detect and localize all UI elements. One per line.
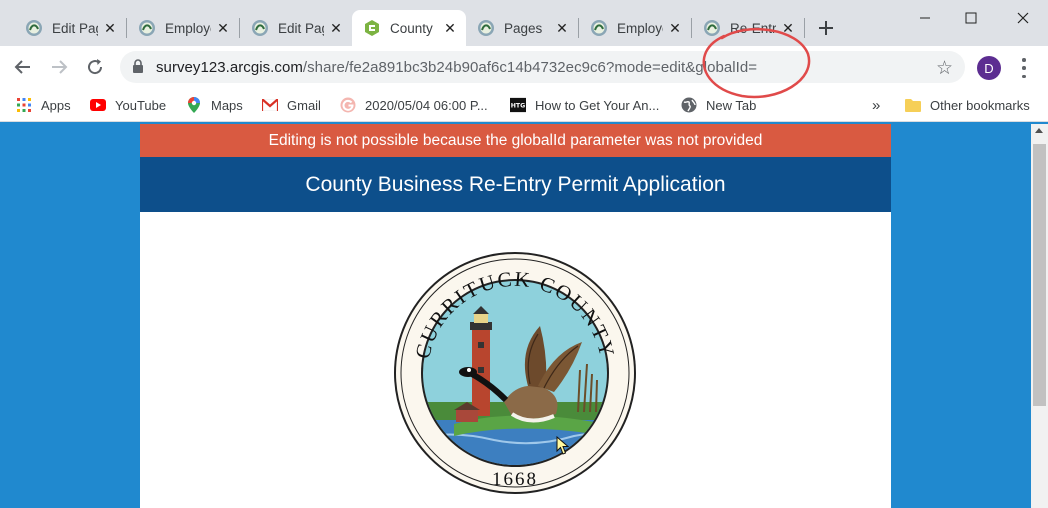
close-icon[interactable]: ✕ [667, 20, 683, 36]
form-title: County Business Re-Entry Permit Applicat… [140, 157, 891, 212]
bookmark-label: How to Get Your An... [535, 97, 660, 113]
plus-icon [819, 21, 833, 35]
bookmark-label: Apps [41, 97, 71, 113]
survey123-icon [702, 18, 722, 38]
bookmark-apps[interactable]: Apps [16, 95, 71, 115]
scroll-up-icon[interactable] [1035, 128, 1043, 133]
url-host: survey123.arcgis.com [156, 59, 303, 76]
survey-form-page: Editing is not possible because the glob… [140, 124, 891, 508]
survey123-icon [476, 18, 496, 38]
tab-title: Employee [165, 20, 211, 36]
gmail-icon [262, 97, 278, 113]
close-icon[interactable]: ✕ [102, 20, 118, 36]
apps-grid-icon [16, 97, 32, 113]
tab-strip: Edit Pages ✕ Employee ✕ Edit Pages ✕ Cou… [0, 0, 1048, 46]
forward-button[interactable] [46, 54, 72, 80]
minimize-icon [920, 17, 930, 19]
survey123-icon [24, 18, 44, 38]
bookmark-label: Maps [211, 97, 243, 113]
close-icon[interactable]: ✕ [554, 20, 570, 36]
tab-separator [804, 18, 805, 38]
address-bar[interactable]: survey123.arcgis.com/share/fe2a891bc3b24… [120, 51, 965, 83]
maps-pin-icon [186, 97, 202, 113]
seal-year: 1668 [492, 469, 538, 490]
svg-text:HTG: HTG [511, 103, 526, 110]
browser-menu-icon[interactable] [1016, 58, 1032, 78]
tab-title: County Business [390, 20, 436, 36]
close-window-button[interactable] [1000, 6, 1046, 30]
back-button[interactable] [10, 54, 36, 80]
tab-title: Re-Entry [730, 20, 776, 36]
maximize-button[interactable] [948, 6, 994, 30]
htg-icon: HTG [510, 97, 526, 113]
tab-title: Edit Pages [52, 20, 98, 36]
reload-icon [88, 59, 103, 75]
tab-title: Edit Pages [278, 20, 324, 36]
bookmarks-overflow-button[interactable]: » [872, 95, 880, 115]
minimize-button[interactable] [902, 6, 948, 30]
globe-icon [681, 97, 697, 113]
reload-button[interactable] [82, 54, 108, 80]
bookmark-star-icon[interactable]: ☆ [936, 57, 953, 80]
youtube-icon [90, 97, 106, 113]
tab-1[interactable]: Edit Pages ✕ [14, 10, 127, 46]
tab-6[interactable]: Employee ✕ [579, 10, 692, 46]
close-icon[interactable]: ✕ [780, 20, 796, 36]
bookmark-label: New Tab [706, 97, 757, 113]
forward-arrow-icon [52, 60, 68, 74]
close-window-icon [1017, 12, 1029, 24]
tab-title: Pages [504, 20, 543, 36]
url-text: survey123.arcgis.com/share/fe2a891bc3b24… [156, 59, 757, 76]
back-arrow-icon [14, 60, 30, 74]
mouse-cursor-icon [556, 436, 570, 455]
bookmark-new-tab[interactable]: New Tab [681, 95, 756, 115]
tab-title: Employee [617, 20, 663, 36]
bookmark-how-to-get[interactable]: HTG How to Get Your An... [510, 95, 659, 115]
page-scrollbar[interactable] [1031, 124, 1048, 508]
other-bookmarks[interactable]: Other bookmarks [905, 95, 1030, 115]
lock-icon[interactable] [132, 59, 144, 79]
close-icon[interactable]: ✕ [328, 20, 344, 36]
tab-7[interactable]: Re-Entry ✕ [692, 10, 805, 46]
url-path: /share/fe2a891bc3b24b90af6c14b4732ec9c6?… [302, 59, 758, 76]
bookmark-gmail[interactable]: Gmail [262, 95, 321, 115]
browser-toolbar: survey123.arcgis.com/share/fe2a891bc3b24… [0, 46, 1048, 88]
bookmark-youtube[interactable]: YouTube [90, 95, 166, 115]
tab-5[interactable]: Pages ✕ [466, 10, 579, 46]
g-circle-icon [340, 97, 356, 113]
bookmark-label: 2020/05/04 06:00 P... [365, 97, 488, 113]
survey123-icon [250, 18, 270, 38]
error-banner: Editing is not possible because the glob… [140, 124, 891, 157]
scrollbar-thumb[interactable] [1033, 144, 1046, 406]
green-hexagon-icon [362, 18, 382, 38]
bookmark-label: YouTube [115, 97, 167, 113]
folder-icon [905, 97, 921, 113]
survey123-icon [589, 18, 609, 38]
profile-avatar[interactable]: D [977, 56, 1001, 80]
tab-4-active[interactable]: County Business ✕ [352, 10, 466, 46]
maximize-icon [965, 12, 977, 24]
close-icon[interactable]: ✕ [442, 20, 458, 36]
close-icon[interactable]: ✕ [215, 20, 231, 36]
bookmark-maps[interactable]: Maps [186, 95, 243, 115]
survey123-icon [137, 18, 157, 38]
county-seal: CURRITUCK COUNTY 1668 [394, 252, 636, 499]
bookmarks-bar: Apps YouTube Maps Gmail 2020/05/04 06:00… [0, 88, 1048, 122]
tab-2[interactable]: Employee ✕ [127, 10, 240, 46]
tab-3[interactable]: Edit Pages ✕ [240, 10, 352, 46]
bookmark-label: Gmail [287, 97, 321, 113]
new-tab-button[interactable] [814, 16, 838, 40]
bookmark-2020-05-04[interactable]: 2020/05/04 06:00 P... [340, 95, 488, 115]
county-seal-image: CURRITUCK COUNTY 1668 [394, 252, 636, 494]
bookmark-label: Other bookmarks [930, 97, 1030, 113]
